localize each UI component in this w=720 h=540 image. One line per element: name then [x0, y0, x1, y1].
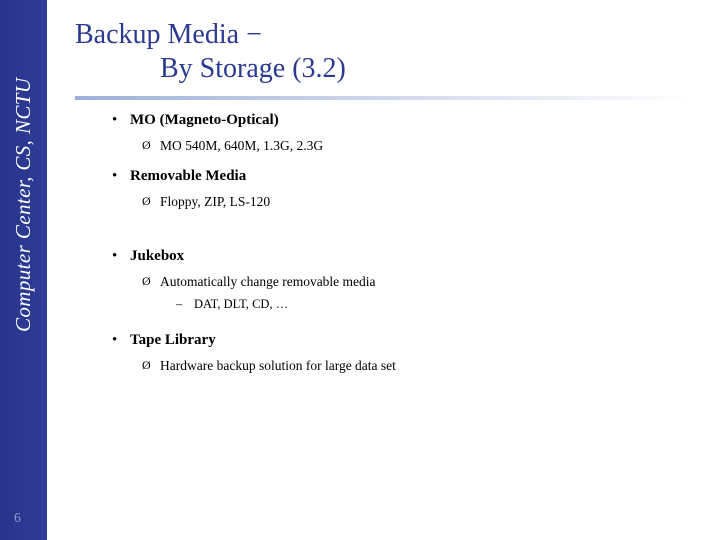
list-item-label: Tape Library: [130, 332, 216, 348]
list-item-mo-sizes: Ø MO 540M, 640M, 1.3G, 2.3G: [108, 138, 708, 154]
list-item-removable-types: Ø Floppy, ZIP, LS-120: [108, 194, 708, 210]
list-item-label: DAT, DLT, CD, …: [194, 297, 289, 311]
list-item-jukebox-media: – DAT, DLT, CD, …: [108, 297, 708, 312]
bullet-arrow-icon: Ø: [142, 274, 151, 288]
bullet-arrow-icon: Ø: [142, 138, 151, 152]
list-item-label: Automatically change removable media: [160, 274, 376, 289]
bullet-dot-icon: •: [112, 168, 118, 184]
list-item-label: Floppy, ZIP, LS-120: [160, 194, 271, 209]
list-item-removable-media: • Removable Media: [108, 168, 708, 185]
list-item-label: Removable Media: [130, 168, 247, 184]
slide: Computer Center, CS, NCTU 6 Backup Media…: [0, 0, 720, 540]
page-title-line-1: Backup Media −: [75, 19, 262, 50]
list-item-jukebox-desc: Ø Automatically change removable media: [108, 274, 708, 290]
list-item-tape-library: • Tape Library: [108, 332, 708, 349]
list-item-jukebox: • Jukebox: [108, 248, 708, 265]
page-number: 6: [14, 511, 21, 526]
page-title: Backup Media − By Storage (3.2): [75, 18, 700, 86]
list-item-label: Hardware backup solution for large data …: [160, 358, 396, 373]
list-item-mo: • MO (Magneto-Optical): [108, 112, 708, 129]
list-item-label: MO 540M, 640M, 1.3G, 2.3G: [160, 138, 324, 153]
title-divider: [75, 96, 695, 100]
bullet-dot-icon: •: [112, 248, 118, 264]
bullet-dot-icon: •: [112, 332, 118, 348]
bullet-arrow-icon: Ø: [142, 358, 151, 372]
list-item-label: Jukebox: [130, 248, 185, 264]
slide-content: • MO (Magneto-Optical) Ø MO 540M, 640M, …: [108, 112, 708, 374]
sidebar-band: Computer Center, CS, NCTU 6: [0, 0, 47, 540]
bullet-dash-icon: –: [176, 297, 183, 311]
sidebar-vertical-label: Computer Center, CS, NCTU: [11, 77, 35, 332]
list-item-tape-desc: Ø Hardware backup solution for large dat…: [108, 358, 708, 374]
bullet-arrow-icon: Ø: [142, 194, 151, 208]
page-title-line-2: By Storage (3.2): [160, 53, 346, 84]
bullet-dot-icon: •: [112, 112, 118, 128]
list-item-label: MO (Magneto-Optical): [130, 112, 279, 128]
